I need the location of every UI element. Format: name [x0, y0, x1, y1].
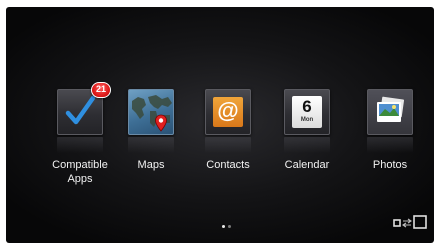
- app-calendar[interactable]: 6 Mon Calendar: [265, 89, 349, 199]
- compatible-apps-tile[interactable]: 21: [57, 82, 111, 135]
- app-photos[interactable]: Photos: [348, 89, 432, 199]
- calendar-icon: 6 Mon: [292, 96, 322, 128]
- tile-reflection: [57, 137, 103, 153]
- app-contacts[interactable]: @ Contacts: [186, 89, 270, 199]
- page-indicator: [220, 225, 234, 229]
- photos-icon: [377, 96, 405, 122]
- screen-switch-icon: [393, 215, 427, 229]
- app-label: Calendar: [284, 159, 330, 171]
- tile-reflection: [205, 137, 251, 153]
- app-label: Maps: [137, 159, 165, 171]
- calendar-weekday: Mon: [300, 117, 314, 123]
- calendar-tile[interactable]: 6 Mon: [284, 89, 330, 135]
- app-label: Photos: [372, 159, 408, 171]
- app-label: Contacts: [206, 159, 250, 171]
- map-pin-icon: [155, 114, 167, 132]
- app-maps[interactable]: Maps: [109, 89, 193, 199]
- screen-switch-button[interactable]: [393, 212, 431, 232]
- tile-reflection: [367, 137, 413, 153]
- calendar-day: 6: [302, 97, 312, 116]
- notification-badge: 21: [91, 82, 111, 98]
- tile-reflection: [284, 137, 330, 153]
- page-dot-active[interactable]: [222, 225, 225, 228]
- page-dot[interactable]: [228, 225, 231, 228]
- photos-tile[interactable]: [367, 89, 413, 135]
- display-bezel: 21 Compatible Apps Maps @ Contacts 6 Mon…: [0, 0, 440, 250]
- tile-reflection: [128, 137, 174, 153]
- home-screen: 21 Compatible Apps Maps @ Contacts 6 Mon…: [6, 7, 434, 243]
- at-sign-icon: @: [213, 97, 243, 127]
- maps-tile[interactable]: [128, 89, 174, 135]
- contacts-tile[interactable]: @: [205, 89, 251, 135]
